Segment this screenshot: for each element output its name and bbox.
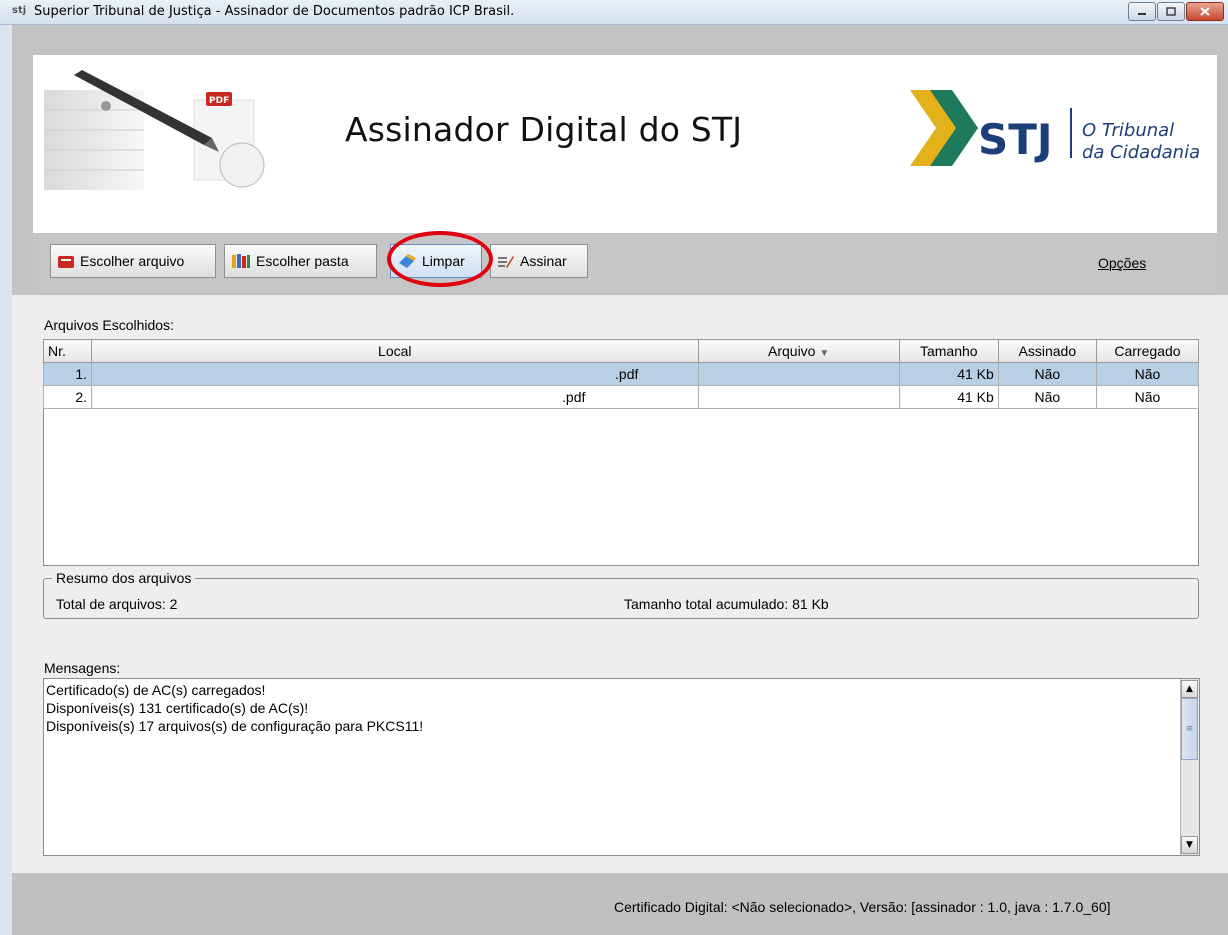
table-header-row: Nr. Local Arquivo ▼ Tamanho Assinado Car…	[42, 339, 1200, 363]
table-row[interactable]: 1. .pdf 41 Kb Não Não	[42, 362, 1200, 386]
choose-file-button[interactable]: Escolher arquivo	[50, 244, 216, 278]
choose-folder-button[interactable]: Escolher pasta	[224, 244, 377, 278]
minimize-button[interactable]	[1128, 2, 1156, 21]
column-header-assinado[interactable]: Assinado	[997, 339, 1097, 363]
scroll-down-arrow-icon[interactable]: ▼	[1181, 836, 1198, 854]
choose-file-label: Escolher arquivo	[80, 253, 185, 269]
cell-arquivo	[697, 385, 900, 409]
eraser-icon	[399, 254, 416, 268]
total-size: Tamanho total acumulado: 81 Kb	[624, 596, 829, 612]
sort-desc-icon: ▼	[819, 348, 830, 359]
svg-text:da Cidadania: da Cidadania	[1082, 142, 1200, 163]
pdf-file-icon	[58, 256, 74, 268]
cell-local: .pdf	[91, 385, 699, 409]
cell-assinado: Não	[997, 362, 1097, 386]
files-table[interactable]: Nr. Local Arquivo ▼ Tamanho Assinado Car…	[42, 339, 1200, 566]
folder-books-icon	[232, 254, 250, 268]
cell-nr: 2.	[42, 385, 93, 409]
cell-local: .pdf	[91, 362, 699, 386]
window-left-border	[0, 25, 12, 935]
scroll-up-arrow-icon[interactable]: ▲	[1181, 680, 1198, 698]
minimize-icon	[1138, 12, 1146, 15]
banner-title: Assinador Digital do STJ	[345, 110, 743, 149]
column-header-carregado[interactable]: Carregado	[1095, 339, 1200, 363]
column-header-arquivo-label: Arquivo	[768, 343, 816, 359]
column-header-tamanho[interactable]: Tamanho	[898, 339, 999, 363]
close-button[interactable]	[1186, 2, 1224, 21]
status-text: Certificado Digital: <Não selecionado>, …	[614, 899, 1111, 915]
message-line: Disponíveis(s) 131 certificado(s) de AC(…	[46, 700, 309, 716]
cell-assinado: Não	[997, 385, 1097, 409]
cell-arquivo	[697, 362, 900, 386]
window-title: Superior Tribunal de Justiça - Assinador…	[34, 4, 515, 19]
message-line: Certificado(s) de AC(s) carregados!	[46, 682, 266, 698]
cell-nr: 1.	[42, 362, 93, 386]
column-header-local[interactable]: Local	[91, 339, 699, 363]
cell-carregado: Não	[1095, 362, 1200, 386]
column-header-arquivo[interactable]: Arquivo ▼	[697, 339, 900, 363]
message-line: Disponíveis(s) 17 arquivos(s) de configu…	[46, 718, 424, 734]
scrollbar-thumb[interactable]: ≡	[1181, 698, 1198, 760]
pen-signing-document-icon: PDF	[44, 70, 265, 190]
restore-icon	[1166, 6, 1176, 16]
sign-pen-icon	[498, 256, 514, 268]
column-header-nr[interactable]: Nr.	[42, 339, 93, 363]
close-icon	[1200, 7, 1210, 16]
stj-logo: STJ O Tribunal da Cidadania	[908, 90, 1208, 170]
signature-logo: PDF	[44, 70, 344, 215]
maximize-button[interactable]	[1157, 2, 1185, 21]
total-files: Total de arquivos: 2	[56, 596, 178, 612]
table-row[interactable]: 2. .pdf 41 Kb Não Não	[42, 385, 1200, 409]
files-label: Arquivos Escolhidos:	[44, 317, 174, 333]
cell-tamanho: 41 Kb	[898, 385, 999, 409]
clear-label: Limpar	[422, 253, 465, 269]
options-menu[interactable]: Opções	[1098, 255, 1146, 271]
choose-folder-label: Escolher pasta	[256, 253, 349, 269]
cell-tamanho: 41 Kb	[898, 362, 999, 386]
app-icon: stj	[12, 5, 27, 16]
cell-carregado: Não	[1095, 385, 1200, 409]
summary-group	[43, 578, 1199, 619]
clear-button[interactable]: Limpar	[390, 244, 482, 278]
svg-text:STJ: STJ	[978, 115, 1053, 164]
sign-button[interactable]: Assinar	[490, 244, 588, 278]
svg-text:PDF: PDF	[209, 96, 229, 106]
messages-label: Mensagens:	[44, 660, 121, 676]
sign-label: Assinar	[520, 253, 567, 269]
summary-title: Resumo dos arquivos	[52, 570, 196, 586]
svg-text:O Tribunal: O Tribunal	[1082, 120, 1174, 141]
